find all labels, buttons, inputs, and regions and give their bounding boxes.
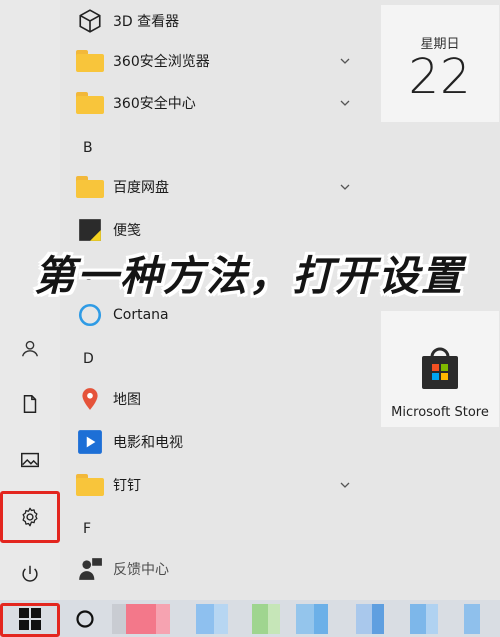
document-icon: [23, 395, 37, 413]
section-letter-d[interactable]: D: [83, 351, 94, 367]
list-item-label: 百度网盘: [113, 180, 169, 196]
list-item-label: 便笺: [113, 223, 141, 239]
mosaic-block: [372, 604, 384, 634]
pictures-icon: [21, 452, 39, 468]
microsoft-store-tile[interactable]: Microsoft Store: [381, 311, 499, 427]
list-item-baidu-netdisk-folder[interactable]: 百度网盘: [60, 166, 360, 208]
list-item-3d-viewer[interactable]: 3D 查看器: [60, 0, 360, 42]
chevron-down-icon: [340, 58, 350, 64]
store-tile-label: Microsoft Store: [391, 405, 489, 420]
list-item-label: 3D 查看器: [113, 14, 180, 30]
folder-icon: [75, 46, 105, 76]
mosaic-block: [464, 604, 480, 634]
list-item-dingtalk-folder[interactable]: 钉钉: [60, 464, 360, 506]
list-item-label: 360安全中心: [113, 96, 196, 112]
folder-icon: [75, 470, 105, 500]
mosaic-block: [356, 604, 372, 634]
map-pin-icon: [75, 384, 105, 414]
mosaic-block: [314, 604, 328, 634]
list-item-label: 反馈中心: [113, 562, 169, 578]
cortana-icon: [75, 300, 105, 330]
chevron-down-icon: [340, 482, 350, 488]
pictures-button[interactable]: [0, 432, 60, 488]
section-letter-b[interactable]: B: [83, 140, 93, 156]
cube-icon: [75, 6, 105, 36]
mosaic-block: [252, 604, 268, 634]
list-item-label: Cortana: [113, 307, 169, 323]
mosaic-block: [126, 604, 156, 634]
list-item-maps[interactable]: 地图: [60, 378, 360, 420]
sticky-notes-icon: [75, 215, 105, 245]
power-button[interactable]: [0, 546, 60, 602]
mosaic-block: [112, 604, 126, 634]
mosaic-block: [426, 604, 438, 634]
mosaic-block: [156, 604, 170, 634]
account-button[interactable]: [0, 320, 60, 376]
list-item-films-tv[interactable]: 电影和电视: [60, 421, 360, 463]
feedback-people-icon: [75, 554, 105, 584]
list-item-360-security-folder[interactable]: 360安全中心: [60, 82, 360, 124]
store-bag-icon: [422, 347, 458, 389]
section-letter-f[interactable]: F: [83, 521, 91, 537]
mosaic-block: [268, 604, 280, 634]
user-icon: [21, 340, 39, 357]
power-icon: [22, 565, 38, 582]
list-item-360-browser-folder[interactable]: 360安全浏览器: [60, 40, 360, 82]
list-item-label: 地图: [113, 392, 141, 408]
tutorial-caption: 第一种方法，打开设置: [34, 252, 464, 300]
mosaic-block: [196, 604, 214, 634]
list-item-label: 360安全浏览器: [113, 54, 210, 70]
chevron-down-icon: [340, 184, 350, 190]
search-button[interactable]: [68, 602, 102, 636]
mosaic-block: [214, 604, 228, 634]
folder-icon: [75, 172, 105, 202]
calendar-day-number: 22: [408, 49, 472, 105]
settings-highlight-box: [0, 491, 60, 543]
mosaic-block: [410, 604, 426, 634]
list-item-feedback-hub[interactable]: 反馈中心: [60, 548, 360, 590]
chevron-down-icon: [340, 100, 350, 106]
folder-icon: [75, 88, 105, 118]
list-item-label: 钉钉: [113, 478, 141, 494]
play-icon: [75, 427, 105, 457]
start-highlight-box: [0, 603, 60, 637]
documents-button[interactable]: [0, 376, 60, 432]
calendar-tile[interactable]: 星期日 22: [381, 5, 499, 122]
mosaic-block: [296, 604, 314, 634]
list-item-label: 电影和电视: [113, 435, 183, 451]
cortana-search-icon: [76, 610, 94, 628]
